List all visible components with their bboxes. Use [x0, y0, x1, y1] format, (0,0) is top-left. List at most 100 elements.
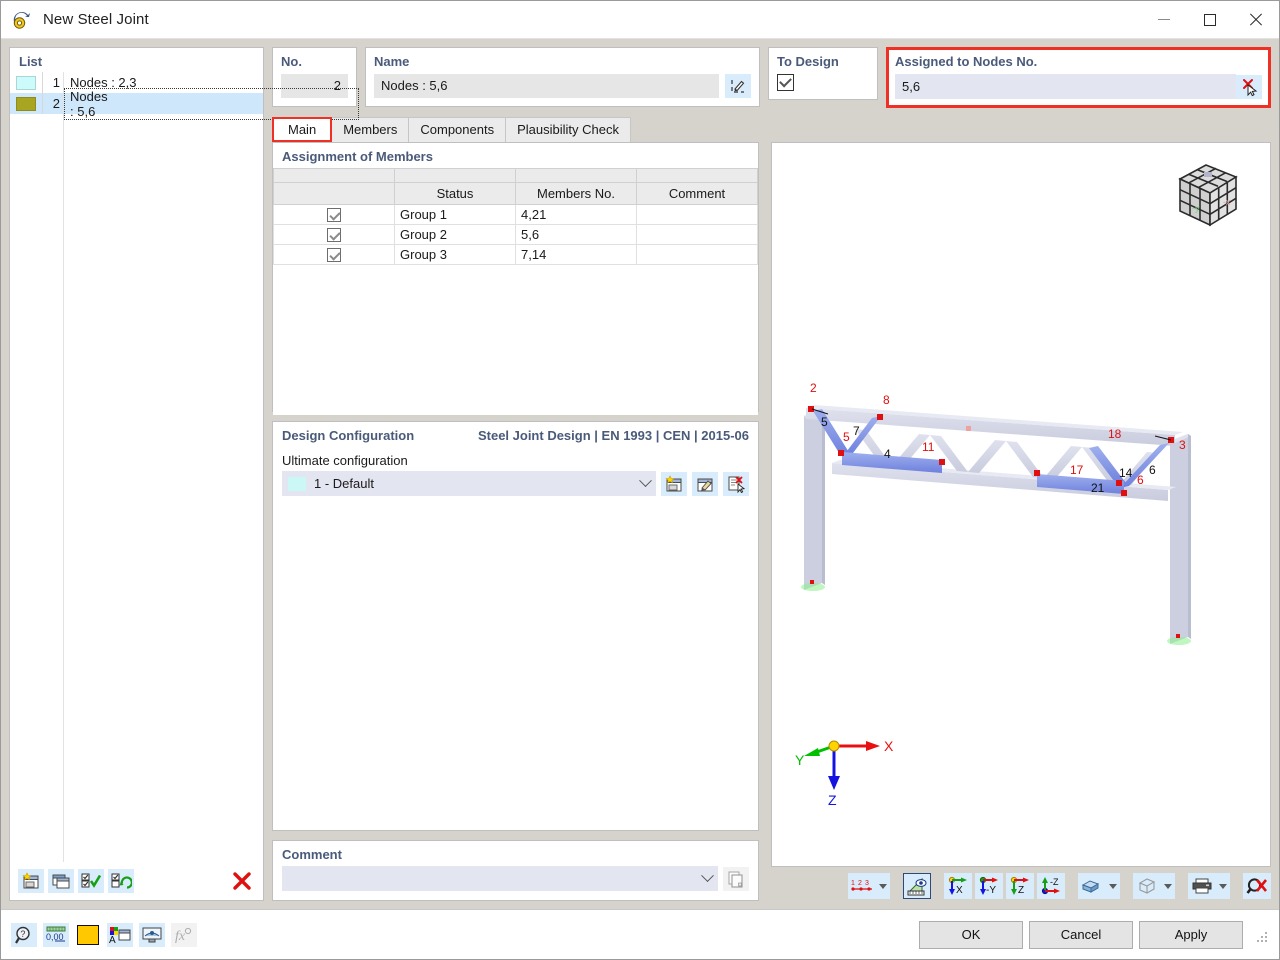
render-view-button[interactable]: [903, 873, 931, 899]
to-design-checkbox[interactable]: [777, 74, 794, 91]
clear-selection-button[interactable]: [1243, 873, 1271, 899]
node-label: 8: [883, 393, 890, 407]
svg-text:fx: fx: [175, 929, 186, 944]
select-all-button[interactable]: [78, 869, 104, 893]
list-item[interactable]: 2 Nodes : 5,6: [10, 87, 359, 120]
assignment-title: Assignment of Members: [282, 149, 433, 164]
minimize-icon[interactable]: [1141, 1, 1187, 39]
copy-pages-icon[interactable]: [723, 866, 749, 891]
new-configuration-button[interactable]: [661, 471, 687, 496]
chevron-down-icon[interactable]: [1106, 873, 1120, 899]
row-checkbox[interactable]: [273, 204, 395, 225]
table-row[interactable]: Group 1 4,21: [273, 204, 758, 225]
apply-button[interactable]: Apply: [1139, 920, 1243, 949]
list-item-label: Nodes : 5,6: [64, 87, 359, 120]
list-item-number: 2: [52, 96, 60, 111]
close-icon[interactable]: [1233, 1, 1279, 39]
view-in-minus-y-button[interactable]: -Y: [975, 873, 1003, 899]
dialog-footer: ? 0,00 A fx OK Cancel Apply: [1, 909, 1279, 959]
table-row[interactable]: Group 2 5,6: [273, 224, 758, 245]
viewport-toolbar: 1 2 3 X -Y Z -Z: [771, 867, 1271, 901]
copy-joint-button[interactable]: [48, 869, 74, 893]
row-checkbox[interactable]: [273, 244, 395, 265]
tab-members[interactable]: Members: [331, 117, 410, 142]
tab-content: Assignment of Members Status Members No.…: [272, 142, 1271, 901]
svg-text:X: X: [956, 885, 963, 896]
tab-main[interactable]: Main: [272, 117, 333, 142]
printer-icon[interactable]: [1188, 873, 1216, 899]
assigned-nodes-field-group: Assigned to Nodes No. 5,6: [886, 47, 1271, 108]
edit-configuration-button[interactable]: [692, 471, 718, 496]
design-configuration-group: Design Configuration Steel Joint Design …: [272, 421, 759, 831]
member-label: 4: [884, 447, 891, 461]
display-mode-button[interactable]: [1078, 873, 1120, 899]
comment-input[interactable]: [282, 866, 718, 891]
chevron-down-icon[interactable]: [1216, 873, 1230, 899]
assignment-col-comment: Comment: [636, 182, 758, 205]
fx-formula-icon[interactable]: fx: [171, 922, 197, 947]
delete-joint-button[interactable]: [229, 869, 255, 893]
chevron-down-icon[interactable]: [876, 873, 890, 899]
assignment-col-check: [273, 182, 395, 205]
maximize-icon[interactable]: [1187, 1, 1233, 39]
color-palette-window-icon[interactable]: A: [107, 922, 133, 947]
joint-name-label: Name: [374, 54, 410, 69]
design-standard-label: Steel Joint Design | EN 1993 | CEN | 201…: [477, 428, 749, 443]
new-joint-button[interactable]: [18, 869, 44, 893]
cancel-button[interactable]: Cancel: [1029, 920, 1133, 949]
units-000-icon[interactable]: 0,00: [43, 922, 69, 947]
configuration-color-swatch: [288, 476, 306, 491]
assignment-table-empty-area: [273, 265, 758, 415]
list-item-number: 1: [52, 75, 60, 90]
joint-list[interactable]: 1 Nodes : 2,3 2 Nodes : 5,6: [10, 72, 359, 862]
table-row[interactable]: Group 3 7,14: [273, 244, 758, 265]
member-label: 14: [1119, 466, 1133, 480]
tab-plausibility-check[interactable]: Plausibility Check: [505, 117, 631, 142]
edit-pencil-icon[interactable]: [725, 74, 751, 98]
yellow-color-swatch-icon[interactable]: [75, 923, 101, 947]
assignment-col-status: Status: [394, 182, 516, 205]
svg-text:2: 2: [858, 880, 862, 887]
view-in-z-button[interactable]: Z: [1006, 873, 1034, 899]
joint-name-input[interactable]: Nodes : 5,6: [374, 74, 719, 98]
view-in-x-button[interactable]: X: [944, 873, 972, 899]
new-steel-joint-dialog: New Steel Joint List 1 Nodes : 2,3 2 Nod…: [0, 0, 1280, 960]
node-label: 17: [1070, 463, 1084, 477]
resize-grip[interactable]: [1255, 928, 1269, 942]
pick-cursor-icon[interactable]: [1236, 74, 1262, 99]
view-in-minus-z-button[interactable]: -Z: [1037, 873, 1065, 899]
top-field-row: No. 2 Name Nodes : 5,6 To Design Assigne…: [272, 47, 1271, 108]
node-label: 3: [1179, 438, 1186, 452]
row-checkbox[interactable]: [273, 224, 395, 245]
design-configuration-title: Design Configuration: [282, 428, 415, 443]
monitor-view-icon[interactable]: [139, 922, 165, 947]
joint-list-panel: List 1 Nodes : 2,3 2 Nodes : 5,6: [9, 47, 359, 901]
numbering-123-icon[interactable]: 1 2 3: [848, 873, 876, 899]
ultimate-configuration-select[interactable]: 1 - Default: [282, 471, 656, 496]
ok-button[interactable]: OK: [919, 920, 1023, 949]
list-toolbar: [10, 862, 263, 900]
delete-configuration-button[interactable]: [723, 471, 749, 496]
wireframe-cube-icon[interactable]: [1133, 873, 1161, 899]
wireframe-button[interactable]: [1133, 873, 1175, 899]
print-button[interactable]: [1188, 873, 1230, 899]
assigned-nodes-label: Assigned to Nodes No.: [895, 54, 1038, 69]
tab-components[interactable]: Components: [408, 117, 507, 142]
node-label: 11: [922, 440, 935, 454]
main-content-column: No. 2 Name Nodes : 5,6 To Design Assigne…: [272, 47, 1271, 901]
help-magnifier-icon[interactable]: ?: [11, 922, 37, 947]
main-tab-left-column: Assignment of Members Status Members No.…: [272, 142, 759, 901]
solid-model-icon[interactable]: [1078, 873, 1106, 899]
row-comment: [636, 244, 758, 265]
numbering-button[interactable]: 1 2 3: [848, 873, 890, 899]
invert-selection-button[interactable]: [108, 869, 134, 893]
member-label: 5: [821, 415, 828, 429]
tab-strip: Main Members Components Plausibility Che…: [272, 117, 1271, 142]
chevron-down-icon[interactable]: [1161, 873, 1175, 899]
svg-text:-Y: -Y: [986, 885, 996, 896]
joint-name-field-group: Name Nodes : 5,6: [365, 47, 760, 107]
axis-indicator: X Y Z: [794, 726, 904, 808]
model-viewport[interactable]: -y -x 2 8 5 5 7 4 11 18 3 17 14 6 6 21 X…: [771, 142, 1271, 867]
joint-number-label: No.: [281, 54, 302, 69]
assigned-nodes-input[interactable]: 5,6: [895, 74, 1236, 99]
